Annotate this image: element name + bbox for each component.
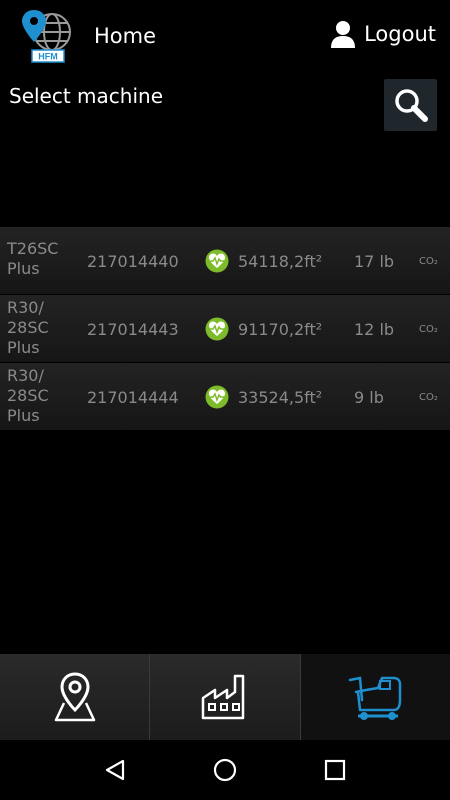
map-pin-icon bbox=[54, 672, 95, 722]
machine-serial: 217014444 bbox=[87, 388, 179, 407]
nav-factory[interactable] bbox=[149, 654, 299, 740]
machine-area: 54118,2ft² bbox=[238, 252, 323, 271]
bottom-nav bbox=[0, 654, 450, 740]
health-icon bbox=[205, 317, 229, 341]
select-machine-label: Select machine bbox=[9, 84, 164, 108]
back-icon[interactable] bbox=[103, 758, 127, 782]
machine-area: 33524,5ft² bbox=[238, 388, 323, 407]
machine-name: T26SC Plus bbox=[7, 239, 59, 278]
logo-text: HFM bbox=[38, 52, 58, 62]
machine-name: R30/ 28SC Plus bbox=[7, 366, 49, 425]
machine-list: T26SC Plus 217014440 54118,2ft² 17 lb CO… bbox=[0, 227, 450, 431]
machine-row[interactable]: T26SC Plus 217014440 54118,2ft² 17 lb CO… bbox=[0, 227, 450, 295]
user-icon bbox=[331, 21, 356, 48]
nav-map[interactable] bbox=[0, 654, 149, 740]
co2-label: CO₂ bbox=[419, 324, 438, 335]
co2-label: CO₂ bbox=[419, 256, 438, 267]
nav-machines[interactable] bbox=[299, 654, 450, 740]
home-circle-icon[interactable] bbox=[213, 758, 237, 782]
home-title[interactable]: Home bbox=[94, 24, 156, 48]
system-nav-bar bbox=[0, 740, 450, 800]
machine-name: R30/ 28SC Plus bbox=[7, 298, 49, 357]
machine-weight: 12 lb bbox=[354, 320, 395, 339]
machine-row[interactable]: R30/ 28SC Plus 217014444 33524,5ft² 9 lb… bbox=[0, 363, 450, 431]
logout-label: Logout bbox=[364, 22, 436, 46]
factory-icon bbox=[201, 674, 245, 720]
app-header: HFM Home Logout bbox=[0, 0, 450, 75]
machine-serial: 217014443 bbox=[87, 320, 179, 339]
machine-area: 91170,2ft² bbox=[238, 320, 323, 339]
co2-label: CO₂ bbox=[419, 392, 438, 403]
health-icon bbox=[205, 249, 229, 273]
search-button[interactable] bbox=[384, 79, 437, 131]
machine-weight: 9 lb bbox=[354, 388, 384, 407]
logout-button[interactable]: Logout bbox=[330, 20, 436, 48]
machine-row[interactable]: R30/ 28SC Plus 217014443 91170,2ft² 12 l… bbox=[0, 295, 450, 363]
search-icon bbox=[394, 89, 428, 122]
machine-serial: 217014440 bbox=[87, 252, 179, 271]
machine-weight: 17 lb bbox=[354, 252, 395, 271]
scrubber-machine-icon bbox=[349, 676, 402, 720]
hfm-logo-icon[interactable]: HFM bbox=[20, 8, 76, 64]
recents-icon[interactable] bbox=[323, 758, 347, 782]
health-icon bbox=[205, 385, 229, 409]
